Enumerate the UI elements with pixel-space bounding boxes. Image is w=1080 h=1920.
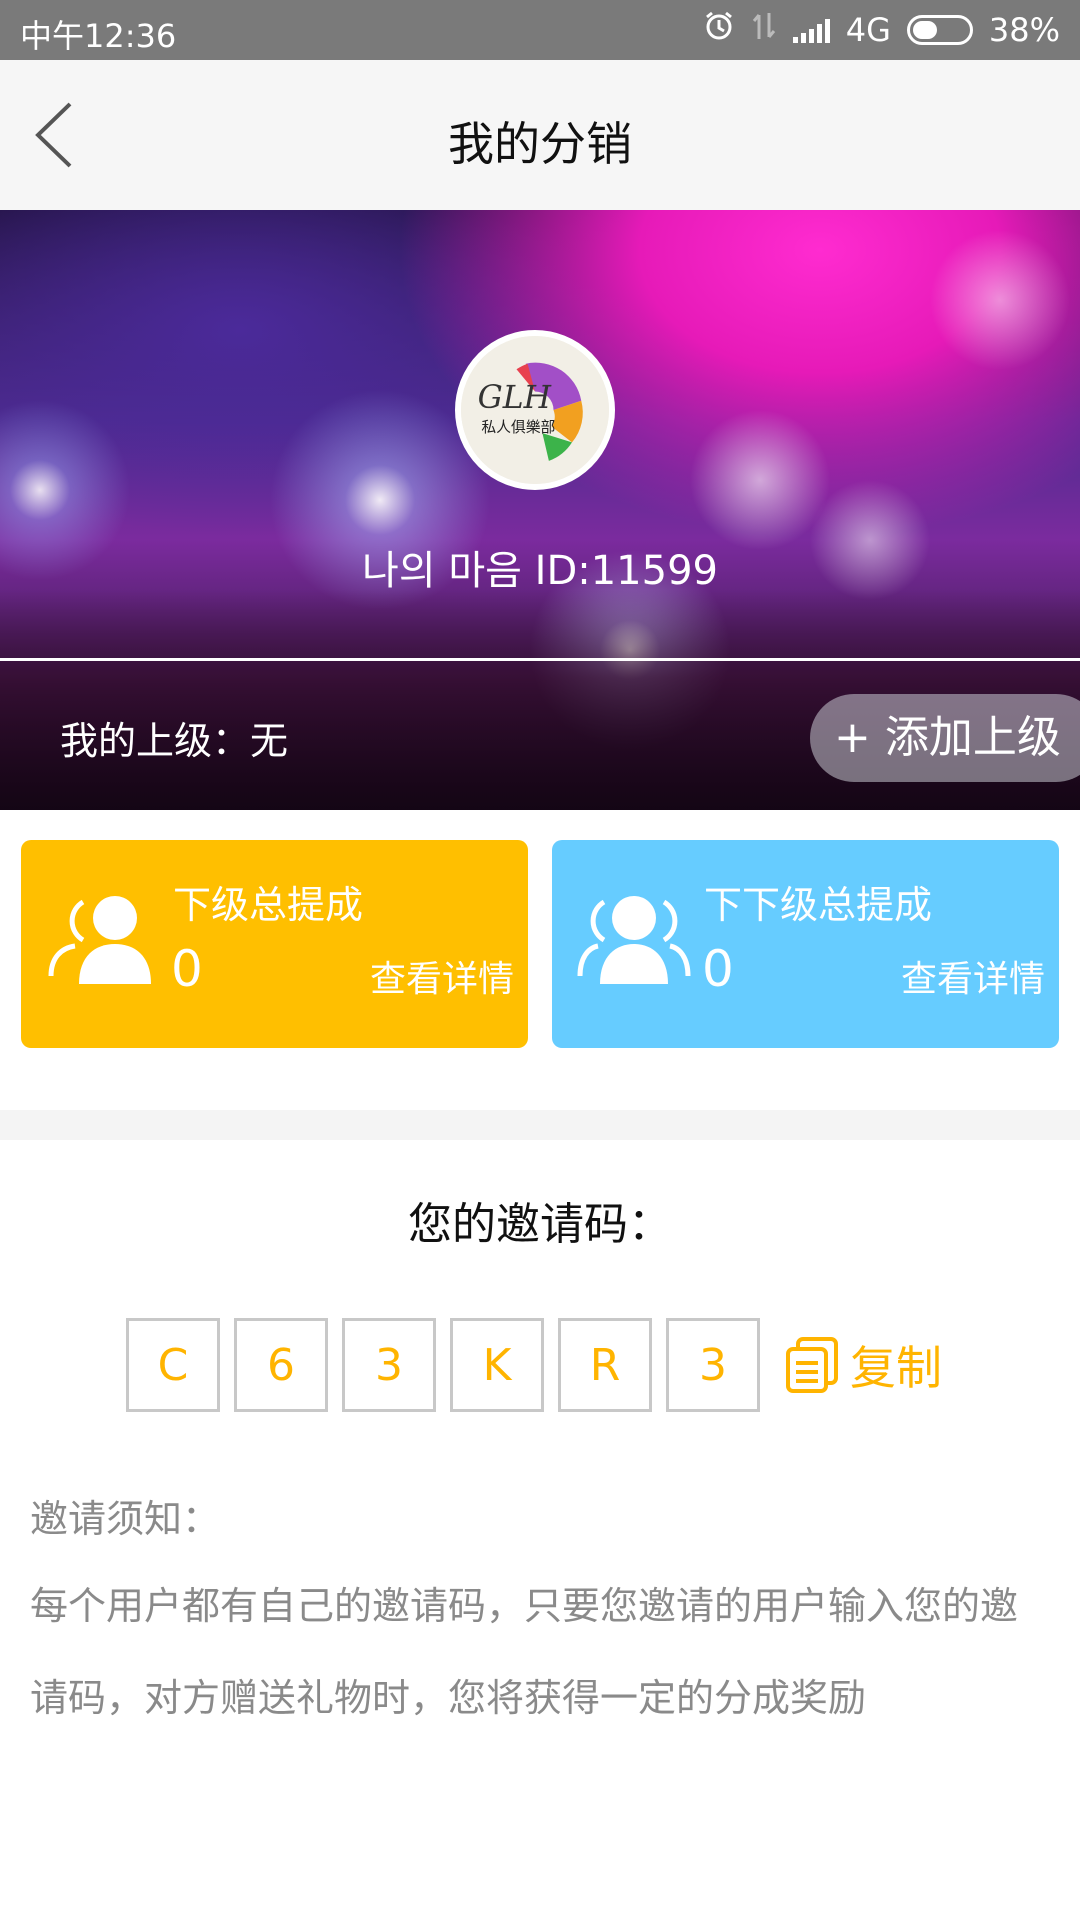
profile-header: GLH 私人俱樂部 나의 마음 ID:11599 我的上级：无 + 添加上级 [0, 210, 1080, 810]
avatar[interactable]: GLH 私人俱樂部 [455, 330, 615, 490]
status-time: 中午12:36 [20, 17, 177, 55]
battery-percent: 38% [988, 11, 1060, 49]
invite-code-char: K [450, 1318, 544, 1412]
card-label: 下下级总提成 [704, 883, 933, 927]
copy-button[interactable]: 复制 [784, 1332, 942, 1398]
network-type: 4G [845, 11, 891, 49]
club-logo-avatar: GLH 私人俱樂部 [461, 336, 609, 484]
notice-title: 邀请须知： [30, 1497, 221, 1541]
invite-code-char: 3 [342, 1318, 436, 1412]
card-value: 0 [702, 940, 734, 998]
view-details-link[interactable]: 查看详情 [901, 950, 1045, 1002]
card-label: 下级总提成 [173, 883, 364, 927]
svg-text:GLH: GLH [478, 380, 552, 416]
view-details-link[interactable]: 查看详情 [370, 950, 514, 1002]
battery-icon [906, 15, 973, 45]
users-icon [577, 896, 691, 984]
copy-label: 复制 [850, 1341, 942, 1395]
nav-bar: 我的分销 [0, 60, 1080, 210]
superior-text: 我的上级：无 [60, 719, 289, 763]
invite-code-char: C [126, 1318, 220, 1412]
signal-icon [792, 17, 830, 43]
notice-text: 每个用户都有自己的邀请码，只要您邀请的用户输入您的邀请码，对方赠送礼物时，您将获… [30, 1584, 1019, 1720]
status-icons: 4G 38% [703, 10, 1060, 50]
section-separator [0, 1110, 1080, 1140]
status-bar: 中午12:36 4G 38% [0, 0, 1080, 60]
invite-code-char: R [558, 1318, 652, 1412]
invite-code-title: 您的邀请码： [408, 1199, 672, 1250]
invite-code-char: 6 [234, 1318, 328, 1412]
add-superior-button[interactable]: + 添加上级 [810, 694, 1080, 782]
copy-icon [786, 1337, 838, 1393]
divider [0, 658, 1080, 661]
invite-code-char: 3 [666, 1318, 760, 1412]
subordinate-commission-card[interactable]: 下级总提成 0 查看详情 [21, 840, 528, 1048]
data-transfer-icon [751, 11, 777, 49]
username-id: 나의 마음 ID:11599 [362, 548, 718, 594]
card-value: 0 [171, 940, 203, 998]
sub-subordinate-commission-card[interactable]: 下下级总提成 0 查看详情 [552, 840, 1059, 1048]
page-title: 我的分销 [448, 117, 632, 171]
svg-text:私人俱樂部: 私人俱樂部 [481, 419, 555, 436]
alarm-icon [703, 10, 735, 50]
users-icon [48, 896, 151, 984]
invite-code-row: C 6 3 K R 3 复制 [126, 1318, 942, 1412]
